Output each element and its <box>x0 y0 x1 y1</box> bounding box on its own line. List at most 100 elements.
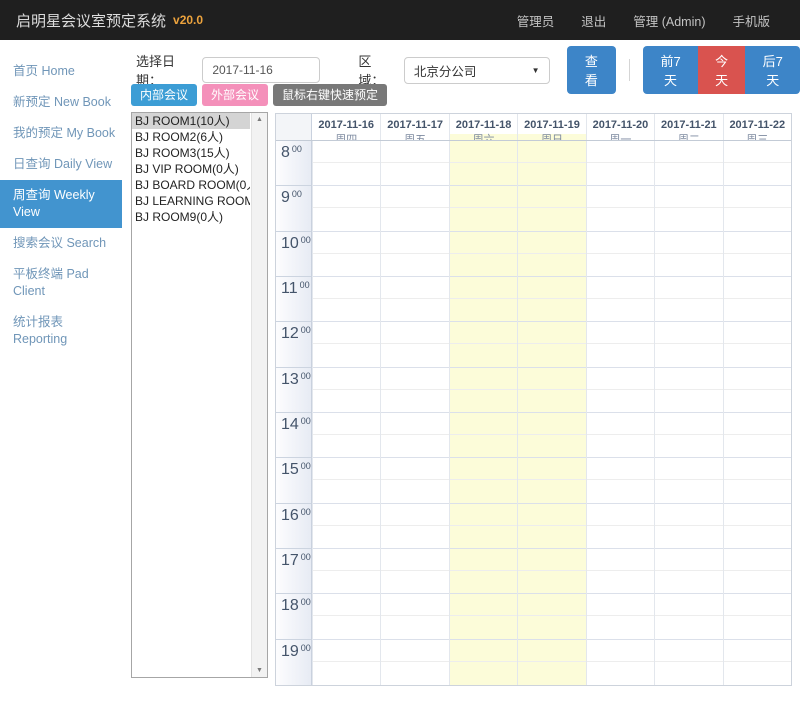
calendar-cell[interactable] <box>518 413 585 458</box>
calendar-cell[interactable] <box>587 504 654 549</box>
calendar-cell[interactable] <box>450 413 517 458</box>
calendar-cell[interactable] <box>313 368 380 413</box>
calendar-cell[interactable] <box>518 368 585 413</box>
sidebar-item[interactable]: 日查询 Daily View <box>0 149 122 180</box>
calendar-cell[interactable] <box>450 232 517 277</box>
calendar-cell[interactable] <box>381 141 448 186</box>
calendar-cell[interactable] <box>313 549 380 594</box>
calendar-cell[interactable] <box>450 640 517 685</box>
calendar-cell[interactable] <box>381 549 448 594</box>
sidebar-item[interactable]: 搜索会议 Search <box>0 228 122 259</box>
calendar-cell[interactable] <box>724 640 791 685</box>
sidebar-item[interactable]: 周查询 Weekly View <box>0 180 122 228</box>
calendar-cell[interactable] <box>450 186 517 231</box>
calendar-cell[interactable] <box>381 322 448 367</box>
region-select[interactable]: 北京分公司 ▼ <box>404 57 550 84</box>
calendar-cell[interactable] <box>587 458 654 503</box>
calendar-cell[interactable] <box>313 594 380 639</box>
calendar-cell[interactable] <box>655 368 722 413</box>
calendar-cell[interactable] <box>518 640 585 685</box>
calendar-cell[interactable] <box>518 458 585 503</box>
calendar-cell[interactable] <box>518 232 585 277</box>
calendar-cell[interactable] <box>450 549 517 594</box>
room-item[interactable]: BJ ROOM1(10人) <box>132 113 250 129</box>
calendar-cell[interactable] <box>518 322 585 367</box>
calendar-cell[interactable] <box>724 594 791 639</box>
calendar-cell[interactable] <box>724 368 791 413</box>
view-button[interactable]: 查看 <box>567 46 617 94</box>
calendar-cell[interactable] <box>450 141 517 186</box>
calendar-cell[interactable] <box>450 322 517 367</box>
next-7-days-button[interactable]: 后7天 <box>745 46 800 94</box>
scroll-down-icon[interactable]: ▼ <box>252 667 267 674</box>
calendar-cell[interactable] <box>518 549 585 594</box>
calendar-cell[interactable] <box>655 232 722 277</box>
listbox-scrollbar[interactable]: ▲ ▼ <box>251 113 267 677</box>
scroll-up-icon[interactable]: ▲ <box>252 116 267 123</box>
calendar-cell[interactable] <box>655 504 722 549</box>
calendar-cell[interactable] <box>313 232 380 277</box>
room-item[interactable]: BJ ROOM3(15人) <box>132 145 250 161</box>
calendar-cell[interactable] <box>518 141 585 186</box>
calendar-cell[interactable] <box>313 458 380 503</box>
calendar-cell[interactable] <box>381 594 448 639</box>
calendar-cell[interactable] <box>313 277 380 322</box>
room-item[interactable]: BJ ROOM2(6人) <box>132 129 250 145</box>
calendar-cell[interactable] <box>587 549 654 594</box>
calendar-cell[interactable] <box>381 368 448 413</box>
calendar-cell[interactable] <box>724 322 791 367</box>
header-link[interactable]: 手机版 <box>732 11 770 30</box>
date-input[interactable] <box>202 57 320 83</box>
sidebar-item[interactable]: 我的预定 My Book <box>0 118 122 149</box>
room-listbox[interactable]: BJ ROOM1(10人)BJ ROOM2(6人)BJ ROOM3(15人)BJ… <box>131 112 268 678</box>
calendar-cell[interactable] <box>724 458 791 503</box>
calendar-cell[interactable] <box>587 322 654 367</box>
calendar-cell[interactable] <box>518 504 585 549</box>
sidebar-item[interactable]: 新预定 New Book <box>0 87 122 118</box>
today-button[interactable]: 今天 <box>698 46 746 94</box>
calendar-cell[interactable] <box>381 504 448 549</box>
sidebar-item[interactable]: 平板终端 Pad Client <box>0 259 122 307</box>
calendar-cell[interactable] <box>381 232 448 277</box>
prev-7-days-button[interactable]: 前7天 <box>643 46 698 94</box>
calendar-cell[interactable] <box>724 141 791 186</box>
room-item[interactable]: BJ VIP ROOM(0人) <box>132 161 250 177</box>
room-item[interactable]: BJ BOARD ROOM(0人) <box>132 177 250 193</box>
calendar-cell[interactable] <box>655 277 722 322</box>
calendar-cell[interactable] <box>587 368 654 413</box>
calendar-cell[interactable] <box>313 504 380 549</box>
calendar-cell[interactable] <box>724 549 791 594</box>
calendar-cell[interactable] <box>724 277 791 322</box>
calendar-cell[interactable] <box>381 186 448 231</box>
calendar-cell[interactable] <box>313 413 380 458</box>
calendar-cell[interactable] <box>313 640 380 685</box>
calendar-cell[interactable] <box>655 186 722 231</box>
calendar-cell[interactable] <box>587 232 654 277</box>
calendar-cell[interactable] <box>655 594 722 639</box>
calendar-cell[interactable] <box>724 232 791 277</box>
calendar-cell[interactable] <box>381 640 448 685</box>
calendar-cell[interactable] <box>450 504 517 549</box>
calendar-cell[interactable] <box>450 277 517 322</box>
calendar-cell[interactable] <box>587 277 654 322</box>
calendar-cell[interactable] <box>518 186 585 231</box>
calendar-cell[interactable] <box>724 413 791 458</box>
calendar-cell[interactable] <box>655 413 722 458</box>
calendar-cell[interactable] <box>587 640 654 685</box>
header-link[interactable]: 退出 <box>581 11 606 30</box>
calendar-cell[interactable] <box>655 549 722 594</box>
calendar-cell[interactable] <box>518 594 585 639</box>
calendar-cell[interactable] <box>724 504 791 549</box>
calendar-cell[interactable] <box>450 594 517 639</box>
calendar-cell[interactable] <box>381 458 448 503</box>
calendar-cell[interactable] <box>655 458 722 503</box>
calendar-cell[interactable] <box>587 413 654 458</box>
calendar-cell[interactable] <box>313 322 380 367</box>
calendar-cell[interactable] <box>313 186 380 231</box>
sidebar-item[interactable]: 统计报表 Reporting <box>0 307 122 355</box>
calendar-cell[interactable] <box>587 141 654 186</box>
header-link[interactable]: 管理 (Admin) <box>633 11 705 30</box>
room-item[interactable]: BJ ROOM9(0人) <box>132 209 250 225</box>
sidebar-item[interactable]: 首页 Home <box>0 56 122 87</box>
calendar-cell[interactable] <box>655 141 722 186</box>
